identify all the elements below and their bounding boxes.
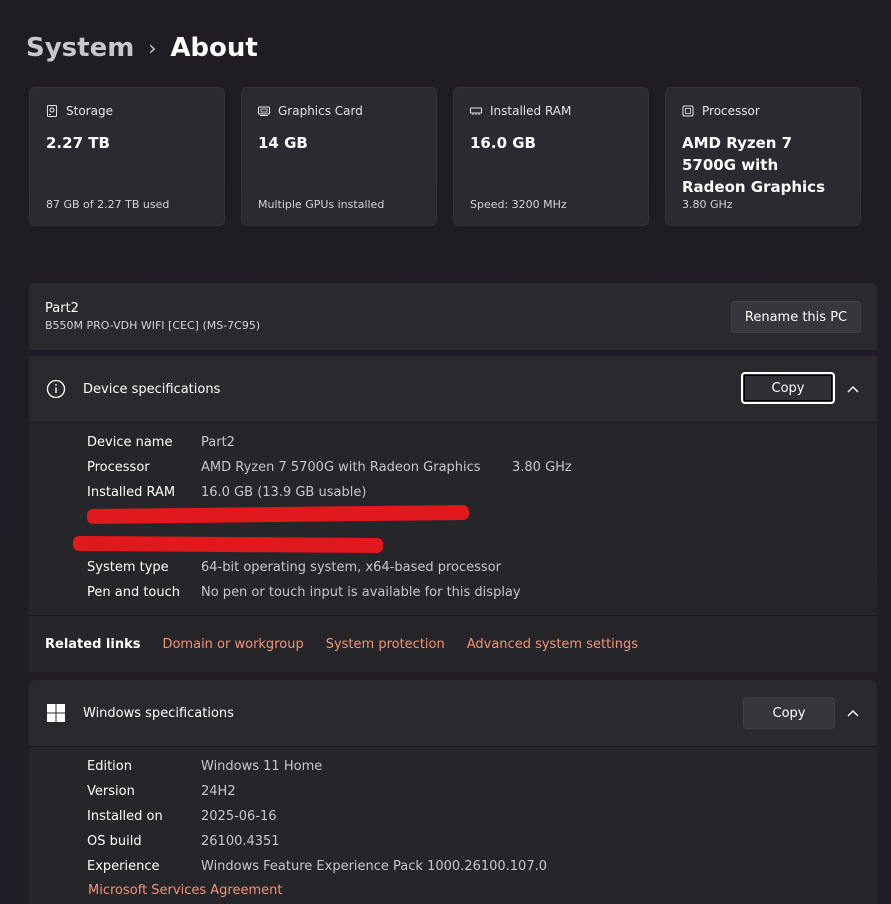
rename-pc-button[interactable]: Rename this PC xyxy=(731,301,861,333)
storage-icon xyxy=(47,105,57,117)
pc-name-bar: Part2 B550M PRO-VDH WIFI [CEC] (MS-7C95)… xyxy=(29,283,877,350)
ram-card[interactable]: Installed RAM 16.0 GB Speed: 3200 MHz xyxy=(453,87,649,226)
spec-row-installed-ram: Installed RAM 16.0 GB (13.9 GB usable) xyxy=(87,485,367,500)
device-specs-header[interactable]: Device specifications Copy xyxy=(29,356,877,422)
windows-specs-title: Windows specifications xyxy=(83,705,234,721)
graphics-card-icon xyxy=(258,106,270,116)
device-specs-title: Device specifications xyxy=(83,381,221,397)
windows-logo-icon xyxy=(45,702,67,724)
breadcrumb: System › About xyxy=(26,33,258,63)
windows-specs-body: Edition Windows 11 Home Version 24H2 Ins… xyxy=(29,746,877,904)
spec-row-version: Version 24H2 xyxy=(87,784,236,799)
graphics-card-value: 14 GB xyxy=(258,134,308,152)
graphics-card-title: Graphics Card xyxy=(278,104,363,118)
processor-value: AMD Ryzen 7 5700G with Radeon Graphics xyxy=(682,134,825,196)
processor-title: Processor xyxy=(702,104,760,118)
processor-sub: 3.80 GHz xyxy=(682,198,733,211)
summary-cards: Storage 2.27 TB 87 GB of 2.27 TB used Gr… xyxy=(29,87,861,226)
chevron-up-icon[interactable] xyxy=(845,705,861,721)
storage-title: Storage xyxy=(66,104,113,118)
graphics-card-sub: Multiple GPUs installed xyxy=(258,198,385,211)
related-links-label: Related links xyxy=(45,636,141,652)
spec-row-pen-touch: Pen and touch No pen or touch input is a… xyxy=(87,585,521,600)
breadcrumb-separator: › xyxy=(148,36,157,60)
redaction-mark xyxy=(72,535,384,554)
redaction-mark xyxy=(86,505,470,524)
chevron-up-icon[interactable] xyxy=(845,381,861,397)
storage-sub: 87 GB of 2.27 TB used xyxy=(46,198,170,211)
device-specs-copy-button[interactable]: Copy xyxy=(741,372,835,404)
device-specs-body: Device name Part2 Processor AMD Ryzen 7 … xyxy=(29,422,877,615)
spec-row-experience: Experience Windows Feature Experience Pa… xyxy=(87,859,547,874)
domain-workgroup-link[interactable]: Domain or workgroup xyxy=(162,637,303,652)
microsoft-services-agreement-link[interactable]: Microsoft Services Agreement xyxy=(88,883,282,898)
spec-row-os-build: OS build 26100.4351 xyxy=(87,834,280,849)
system-protection-link[interactable]: System protection xyxy=(326,637,445,652)
ram-sub: Speed: 3200 MHz xyxy=(470,198,567,211)
spec-row-processor: Processor AMD Ryzen 7 5700G with Radeon … xyxy=(87,460,572,475)
windows-specs-copy-button[interactable]: Copy xyxy=(743,697,835,729)
page-title: About xyxy=(170,33,258,63)
breadcrumb-system[interactable]: System xyxy=(26,33,134,63)
ram-title: Installed RAM xyxy=(490,104,572,118)
advanced-system-settings-link[interactable]: Advanced system settings xyxy=(467,637,638,652)
spec-row-installed-on: Installed on 2025-06-16 xyxy=(87,809,277,824)
ram-value: 16.0 GB xyxy=(470,134,536,152)
spec-row-edition: Edition Windows 11 Home xyxy=(87,759,323,774)
storage-card[interactable]: Storage 2.27 TB 87 GB of 2.27 TB used xyxy=(29,87,225,226)
processor-icon xyxy=(682,105,694,117)
ram-icon xyxy=(470,107,482,115)
spec-row-system-type: System type 64-bit operating system, x64… xyxy=(87,560,501,575)
windows-specs-header[interactable]: Windows specifications Copy xyxy=(29,680,877,746)
related-links: Related links Domain or workgroup System… xyxy=(29,615,877,672)
graphics-card-card[interactable]: Graphics Card 14 GB Multiple GPUs instal… xyxy=(241,87,437,226)
processor-card[interactable]: Processor AMD Ryzen 7 5700G with Radeon … xyxy=(665,87,861,226)
storage-value: 2.27 TB xyxy=(46,134,110,152)
spec-row-device-name: Device name Part2 xyxy=(87,435,235,450)
info-icon xyxy=(45,378,67,400)
